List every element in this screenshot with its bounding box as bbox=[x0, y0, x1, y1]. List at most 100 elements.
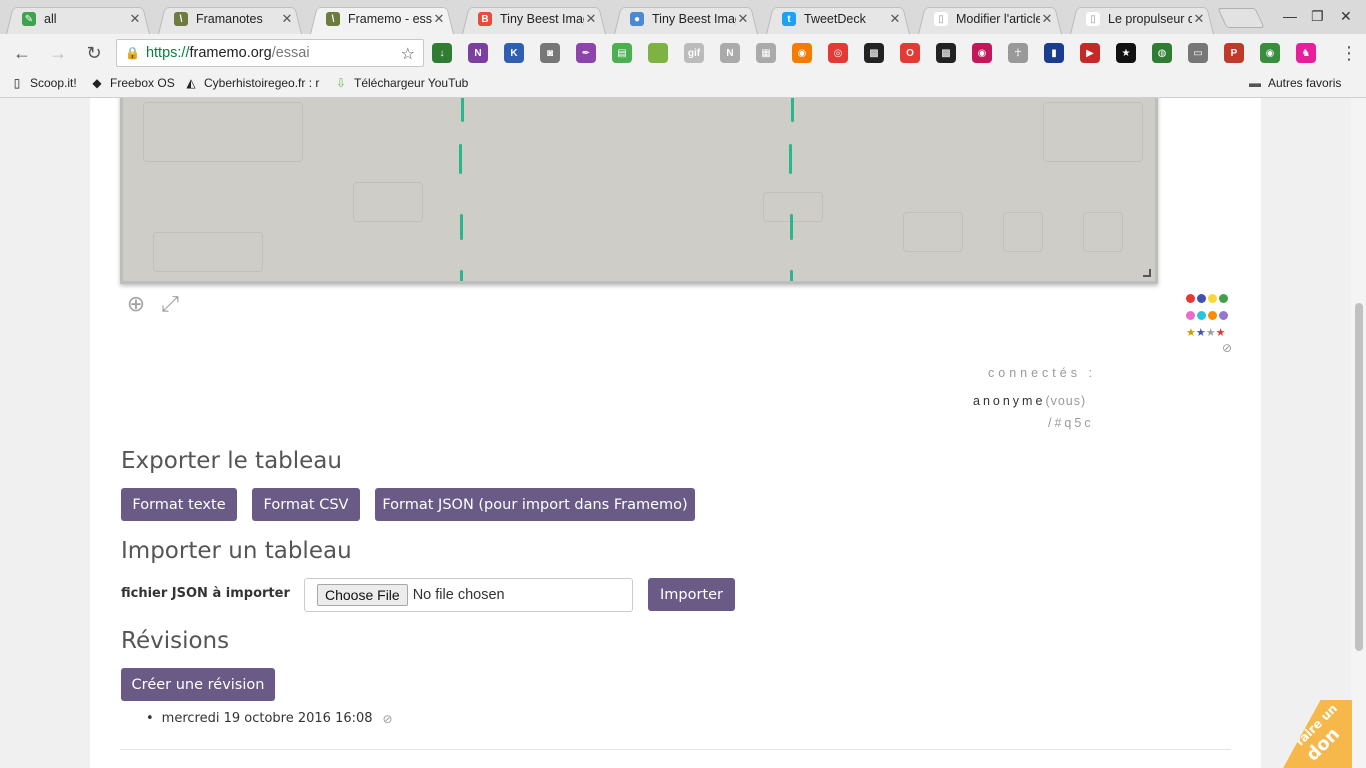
color-palette: ★ ★ ★ ★ ⊘ bbox=[1186, 294, 1232, 355]
tab-title: Tiny Beest Image bbox=[652, 12, 736, 26]
forward-icon[interactable]: → bbox=[46, 42, 70, 64]
bookmark-label: Freebox OS bbox=[110, 76, 175, 90]
page-scrollbar[interactable] bbox=[1351, 98, 1366, 768]
tab-close-icon[interactable]: ✕ bbox=[584, 11, 598, 27]
ankh-icon[interactable]: ☥ bbox=[1008, 43, 1028, 63]
user-row: anonyme(vous) bbox=[973, 394, 1086, 408]
tab-framemo[interactable]: \ Framemo - essai ✕ bbox=[304, 4, 454, 34]
reload-icon[interactable]: ↻ bbox=[82, 42, 106, 64]
tab-close-icon[interactable]: ✕ bbox=[128, 11, 142, 27]
k-icon[interactable]: K bbox=[504, 43, 524, 63]
tab-favicon: t bbox=[782, 12, 796, 26]
onenote-icon[interactable]: N bbox=[468, 43, 488, 63]
elephant-icon[interactable]: ♞ bbox=[1296, 43, 1316, 63]
download-icon[interactable]: ↓ bbox=[432, 43, 452, 63]
tab-tiny-beest-2[interactable]: ● Tiny Beest Image ✕ bbox=[608, 4, 758, 34]
tab-close-icon[interactable]: ✕ bbox=[1192, 11, 1206, 27]
turtle-icon[interactable]: ◍ bbox=[1152, 43, 1172, 63]
create-revision-button[interactable]: Créer une révision bbox=[121, 668, 275, 701]
expand-icon[interactable]: ⤢ bbox=[158, 292, 182, 316]
color-swatch[interactable] bbox=[1208, 311, 1217, 320]
address-bar[interactable]: 🔒 https:// framemo.org /essai ☆ bbox=[116, 39, 424, 67]
notion-icon[interactable]: N bbox=[720, 43, 740, 63]
color-swatch[interactable] bbox=[1219, 294, 1228, 303]
close-window-icon[interactable]: ✕ bbox=[1340, 8, 1352, 25]
cast-icon[interactable]: ▭ bbox=[1188, 43, 1208, 63]
tab-title: Le propulseur de bbox=[1108, 12, 1192, 26]
bookmark-youtube-downloader[interactable]: ⇩ Téléchargeur YouTub bbox=[334, 76, 470, 90]
tab-framanotes[interactable]: \ Framanotes ✕ bbox=[152, 4, 302, 34]
ban-icon[interactable]: ⊘ bbox=[383, 712, 393, 726]
tab-close-icon[interactable]: ✕ bbox=[280, 11, 294, 27]
export-json-button[interactable]: Format JSON (pour import dans Framemo) bbox=[375, 488, 695, 521]
tab-close-icon[interactable]: ✕ bbox=[736, 11, 750, 27]
browser-menu-icon[interactable]: ⋮ bbox=[1340, 43, 1358, 63]
bookmark-other-folder[interactable]: ▬ Autres favoris bbox=[1248, 76, 1341, 90]
tab-modifier-article[interactable]: ▯ Modifier l'article ✕ bbox=[912, 4, 1062, 34]
tab-all[interactable]: ✎ all ✕ bbox=[0, 4, 150, 34]
tab-tiny-beest-1[interactable]: B Tiny Beest Image ✕ bbox=[456, 4, 606, 34]
choose-file-button[interactable]: Choose File bbox=[317, 584, 408, 606]
back-icon[interactable]: ← bbox=[10, 42, 34, 64]
scrollbar-thumb[interactable] bbox=[1355, 303, 1363, 651]
ban-icon[interactable]: ⊘ bbox=[1186, 341, 1232, 355]
star-icon[interactable]: ★ bbox=[1186, 328, 1196, 339]
url-scheme: https:// bbox=[145, 45, 190, 61]
color-swatch[interactable] bbox=[1186, 294, 1195, 303]
star-icon[interactable]: ★ bbox=[1206, 328, 1216, 339]
qr2-icon[interactable]: ▩ bbox=[936, 43, 956, 63]
eye-icon[interactable]: ◉ bbox=[1260, 43, 1280, 63]
bookmark-cyberhistoire[interactable]: ◭ Cyberhistoiregeo.fr : r bbox=[184, 76, 324, 90]
opera-icon[interactable]: O bbox=[900, 43, 920, 63]
camera-icon[interactable]: ◙ bbox=[540, 43, 560, 63]
minimize-icon[interactable]: — bbox=[1283, 8, 1297, 24]
bookmark-label: Scoop.it! bbox=[30, 76, 77, 90]
qr-icon[interactable]: ▩ bbox=[864, 43, 884, 63]
star-icon[interactable]: ★ bbox=[1116, 43, 1136, 63]
circle-icon[interactable] bbox=[648, 43, 668, 63]
tab-strip: ✎ all ✕ \ Framanotes ✕ \ Framemo - essai… bbox=[0, 0, 1366, 34]
user-name[interactable]: anonyme bbox=[973, 394, 1045, 408]
revision-date[interactable]: mercredi 19 octobre 2016 16:08 bbox=[162, 711, 373, 726]
gif-icon[interactable]: gif bbox=[684, 43, 704, 63]
json-file-input[interactable]: Choose File No file chosen bbox=[304, 578, 633, 612]
add-circle-icon[interactable]: ⊕ bbox=[124, 292, 148, 316]
list-item: • mercredi 19 octobre 2016 16:08 ⊘ bbox=[146, 711, 393, 726]
doc-icon[interactable]: ▦ bbox=[756, 43, 776, 63]
tab-close-icon[interactable]: ✕ bbox=[1040, 11, 1054, 27]
color-swatch[interactable] bbox=[1208, 294, 1217, 303]
bookmark-scoopit[interactable]: ▯ Scoop.it! bbox=[10, 76, 77, 90]
memo-board[interactable] bbox=[120, 98, 1158, 284]
video-icon[interactable]: ▶ bbox=[1080, 43, 1100, 63]
color-swatch[interactable] bbox=[1197, 311, 1206, 320]
freebox-icon: ◆ bbox=[92, 76, 102, 90]
tab-tweetdeck[interactable]: t TweetDeck ✕ bbox=[760, 4, 910, 34]
color-row bbox=[1186, 311, 1232, 320]
restore-icon[interactable]: ❐ bbox=[1311, 8, 1324, 25]
print-icon[interactable]: ▤ bbox=[612, 43, 632, 63]
feather-icon[interactable]: ✒ bbox=[576, 43, 596, 63]
resize-handle[interactable] bbox=[1143, 269, 1151, 277]
tab-favicon: ▯ bbox=[934, 12, 948, 26]
broadcast-icon[interactable]: ◎ bbox=[828, 43, 848, 63]
color-swatch[interactable] bbox=[1197, 294, 1206, 303]
export-text-button[interactable]: Format texte bbox=[121, 488, 237, 521]
book-icon[interactable]: ▮ bbox=[1044, 43, 1064, 63]
pdf-icon[interactable]: P bbox=[1224, 43, 1244, 63]
tab-close-icon[interactable]: ✕ bbox=[432, 11, 446, 27]
donate-ribbon[interactable]: faire un don bbox=[1282, 700, 1352, 768]
color-swatch[interactable] bbox=[1219, 311, 1228, 320]
import-button[interactable]: Importer bbox=[648, 578, 735, 611]
tab-close-icon[interactable]: ✕ bbox=[888, 11, 902, 27]
bookmark-star-icon[interactable]: ☆ bbox=[401, 44, 415, 64]
color-swatch[interactable] bbox=[1186, 311, 1195, 320]
new-tab-button[interactable] bbox=[1217, 8, 1265, 28]
star-icon[interactable]: ★ bbox=[1216, 328, 1226, 339]
target-icon[interactable]: ◉ bbox=[972, 43, 992, 63]
export-csv-button[interactable]: Format CSV bbox=[252, 488, 360, 521]
rss-icon[interactable]: ◉ bbox=[792, 43, 812, 63]
tab-propulseur[interactable]: ▯ Le propulseur de ✕ bbox=[1064, 4, 1214, 34]
bookmark-freebox[interactable]: ◆ Freebox OS bbox=[90, 76, 175, 90]
star-icon[interactable]: ★ bbox=[1196, 328, 1206, 339]
wolf-icon: ◭ bbox=[186, 76, 196, 90]
